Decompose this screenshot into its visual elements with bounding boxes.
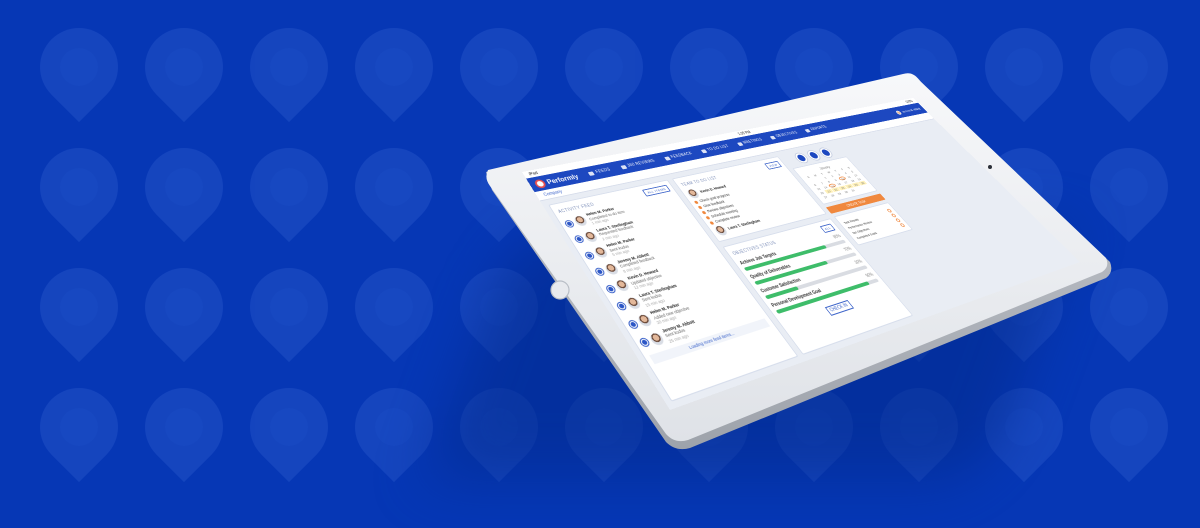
activity-type-icon xyxy=(564,220,575,228)
nav-reports[interactable]: Reports xyxy=(804,125,828,133)
chat-icon xyxy=(663,156,671,161)
avatar xyxy=(613,279,632,293)
activity-type-icon xyxy=(616,302,627,311)
avatar xyxy=(636,313,654,328)
target-icon xyxy=(769,135,776,140)
nav-label: Objectives xyxy=(774,130,800,139)
activity-type-icon xyxy=(595,268,605,276)
feed-icon xyxy=(587,170,595,176)
avatar xyxy=(582,230,600,243)
objective-percent: 90% xyxy=(864,272,876,279)
objective-percent: 70% xyxy=(842,246,854,253)
nav-meetings[interactable]: Meetings xyxy=(736,137,764,147)
view-button[interactable]: View xyxy=(764,160,783,170)
nav-objectives[interactable]: Objectives xyxy=(769,131,799,140)
nav-feeds[interactable]: Feeds xyxy=(587,167,612,176)
owner-name: Laura T. Sterlingham xyxy=(726,218,762,231)
screen-layer: iPad 1:35 PM 100% Performly Feeds 360 Re… xyxy=(0,0,1200,528)
task-status-icon xyxy=(890,213,897,218)
activity-type-icon xyxy=(584,251,595,260)
status-dot-icon xyxy=(701,210,707,215)
status-dot-icon xyxy=(697,205,703,209)
app-screen: iPad 1:35 PM 100% Performly Feeds 360 Re… xyxy=(522,98,1081,410)
nav-label: 360 Reviews xyxy=(626,158,657,169)
nav-todo[interactable]: To Do List xyxy=(700,144,731,154)
activity-type-icon xyxy=(605,285,616,293)
activity-type-icon xyxy=(639,338,651,347)
task-status-icon xyxy=(886,208,893,213)
avatar xyxy=(572,215,589,227)
objective-percent: 30% xyxy=(853,259,865,266)
people-icon xyxy=(736,141,744,146)
status-dot-icon xyxy=(705,215,711,220)
nav-label: Feeds xyxy=(594,167,612,175)
nav-label: Meetings xyxy=(742,137,764,145)
task-status-icon xyxy=(895,218,902,223)
avatar xyxy=(624,296,643,310)
user-name: Jeremy M. Abbott xyxy=(900,106,922,114)
avatar xyxy=(592,246,610,259)
owner-name: Kevin D. Howard xyxy=(699,184,728,194)
avatar xyxy=(603,262,621,276)
check-in-button[interactable]: Check In xyxy=(824,300,854,316)
nav-label: Reports xyxy=(809,124,829,132)
objective-percent: 80% xyxy=(832,233,843,240)
nav-feedback[interactable]: Feedback xyxy=(663,151,694,161)
review-icon xyxy=(619,164,627,170)
filter-button[interactable]: All xyxy=(819,223,836,234)
activity-type-icon xyxy=(627,320,639,329)
team-action-icon[interactable] xyxy=(817,147,834,158)
calendar-day xyxy=(862,185,871,190)
list-icon xyxy=(700,148,708,154)
nav-label: To Do List xyxy=(706,144,731,153)
task-status-icon xyxy=(899,223,906,228)
nav-label: Feedback xyxy=(669,151,694,160)
status-dot-icon xyxy=(708,220,715,225)
activity-type-icon xyxy=(574,235,585,243)
status-dot-icon xyxy=(693,200,699,204)
